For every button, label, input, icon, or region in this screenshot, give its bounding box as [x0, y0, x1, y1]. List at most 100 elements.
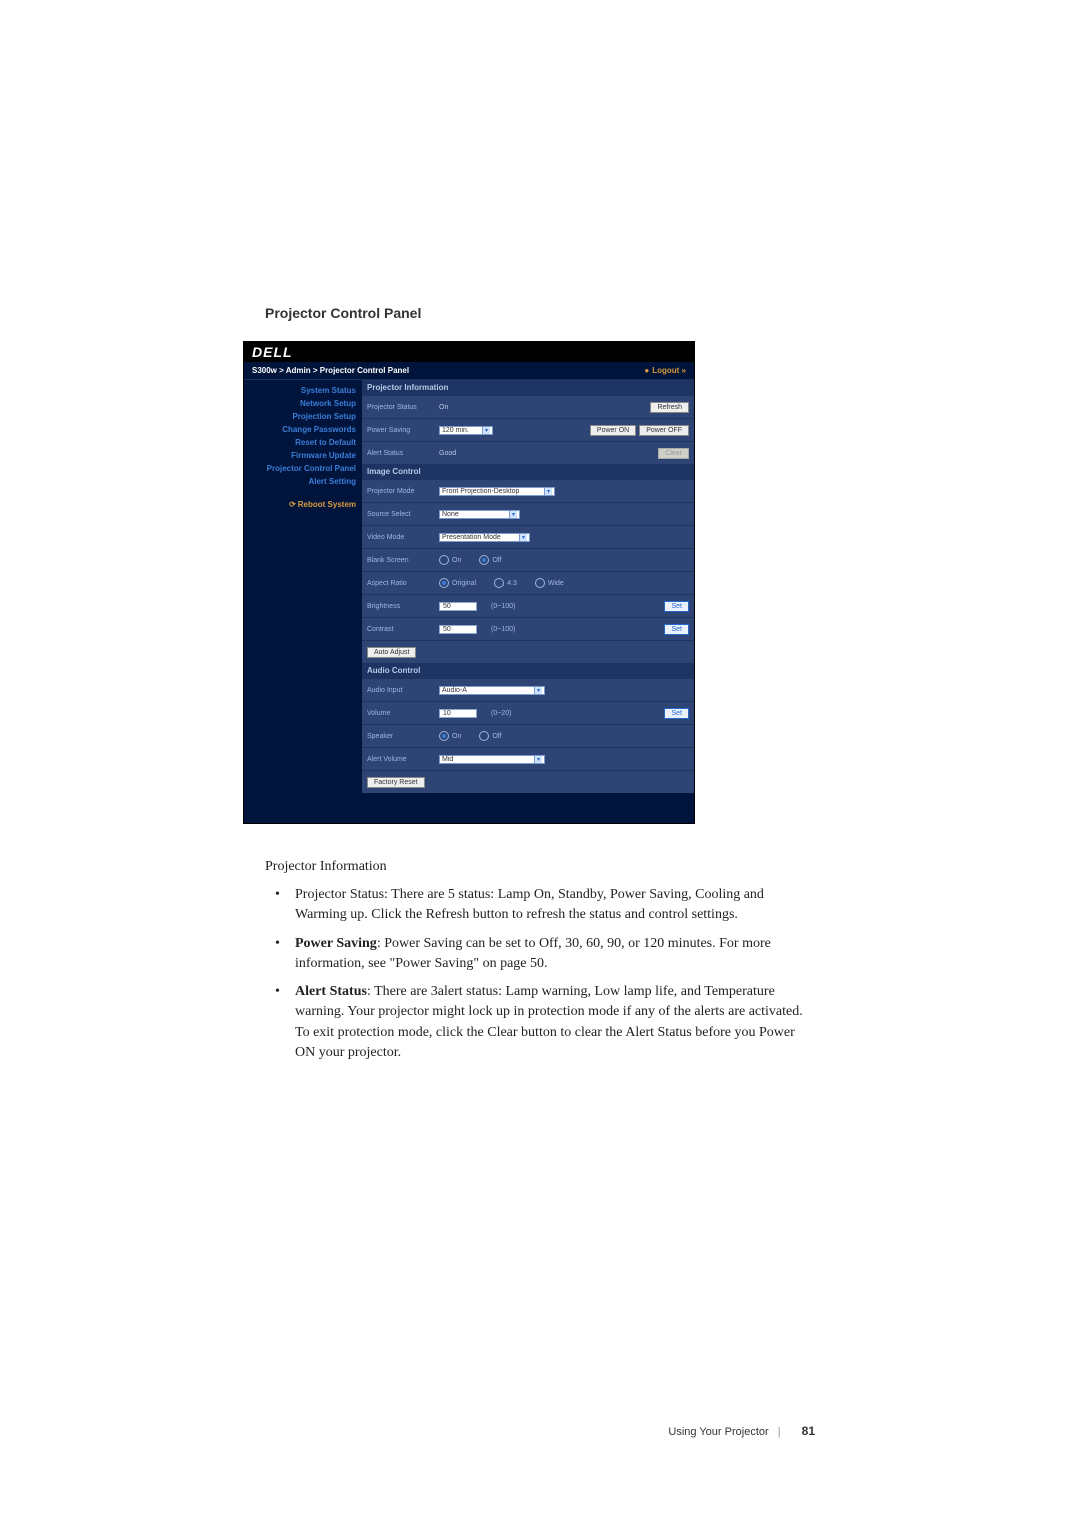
footer-divider: | — [778, 1426, 781, 1438]
row-alert-status: Alert Status Good Clear — [362, 441, 694, 464]
sidebar-item-system-status[interactable]: System Status — [244, 384, 362, 397]
speaker-off-label: Off — [492, 733, 501, 740]
label-source-select: Source Select — [367, 511, 439, 518]
bullet-1: Projector Status: There are 5 status: La… — [295, 885, 815, 926]
label-projector-status: Projector Status — [367, 404, 439, 411]
power-on-button[interactable]: Power ON — [590, 425, 636, 436]
logout-link[interactable]: Logout » — [644, 366, 686, 375]
sidebar-item-projection-setup[interactable]: Projection Setup — [244, 410, 362, 423]
label-alert-status: Alert Status — [367, 450, 439, 457]
row-audio-input: Audio Input Audio-A▾ — [362, 678, 694, 701]
sidebar-item-reset-default[interactable]: Reset to Default — [244, 436, 362, 449]
row-blank-screen: Blank Screen On Off — [362, 548, 694, 571]
row-speaker: Speaker On Off — [362, 724, 694, 747]
brightness-set-button[interactable]: Set — [664, 601, 689, 612]
projector-panel-screenshot: DELL S300w > Admin > Projector Control P… — [243, 341, 695, 824]
group-audio-control: Audio Control — [362, 663, 694, 678]
bullet-list: Projector Status: There are 5 status: La… — [265, 885, 815, 1063]
source-select[interactable]: None▾ — [439, 510, 520, 519]
page-heading: Projector Control Panel — [265, 305, 815, 321]
chevron-down-icon: ▾ — [482, 427, 490, 434]
bullet-3-bold: Alert Status — [295, 984, 367, 999]
auto-adjust-button[interactable]: Auto Adjust — [367, 647, 416, 658]
aspect-original-label: Original — [452, 580, 476, 587]
row-volume: Volume 10 (0~20) Set — [362, 701, 694, 724]
row-aspect-ratio: Aspect Ratio Original 4:3 Wide — [362, 571, 694, 594]
group-image-control: Image Control — [362, 464, 694, 479]
sidebar-item-firmware-update[interactable]: Firmware Update — [244, 449, 362, 462]
sidebar: System Status Network Setup Projection S… — [244, 380, 362, 793]
contrast-range: (0~100) — [491, 626, 515, 633]
aspect-43-label: 4:3 — [507, 580, 517, 587]
refresh-button[interactable]: Refresh — [650, 402, 689, 413]
page-number: 81 — [802, 1424, 815, 1438]
label-contrast: Contrast — [367, 626, 439, 633]
chevron-down-icon: ▾ — [544, 488, 552, 495]
aspect-43-radio[interactable] — [494, 578, 504, 588]
row-projector-status: Projector Status On Refresh — [362, 395, 694, 418]
row-alert-volume: Alert Volume Mid▾ — [362, 747, 694, 770]
label-power-saving: Power Saving — [367, 427, 439, 434]
label-speaker: Speaker — [367, 733, 439, 740]
bullet-2-bold: Power Saving — [295, 936, 377, 951]
aspect-wide-radio[interactable] — [535, 578, 545, 588]
brightness-range: (0~100) — [491, 603, 515, 610]
value-alert-status: Good — [439, 450, 456, 457]
blank-off-radio[interactable] — [479, 555, 489, 565]
panel-header-bar: DELL — [244, 342, 694, 362]
factory-reset-button[interactable]: Factory Reset — [367, 777, 425, 788]
aspect-original-radio[interactable] — [439, 578, 449, 588]
breadcrumb-row: S300w > Admin > Projector Control Panel … — [244, 362, 694, 380]
contrast-input[interactable]: 50 — [439, 625, 477, 634]
sidebar-item-projector-control[interactable]: Projector Control Panel — [244, 462, 362, 475]
brightness-input[interactable]: 50 — [439, 602, 477, 611]
contrast-set-button[interactable]: Set — [664, 624, 689, 635]
chevron-down-icon: ▾ — [509, 511, 517, 518]
main-panel: Projector Information Projector Status O… — [362, 380, 694, 793]
sidebar-item-alert-setting[interactable]: Alert Setting — [244, 475, 362, 488]
bullet-2: Power Saving: Power Saving can be set to… — [295, 934, 815, 975]
projector-mode-select[interactable]: Front Projection-Desktop▾ — [439, 487, 555, 496]
bullet-3: Alert Status: There are 3alert status: L… — [295, 982, 815, 1063]
footer-section: Using Your Projector — [668, 1426, 768, 1438]
label-projector-mode: Projector Mode — [367, 488, 439, 495]
sidebar-item-change-passwords[interactable]: Change Passwords — [244, 423, 362, 436]
power-saving-select[interactable]: 120 min.▾ — [439, 426, 493, 435]
label-video-mode: Video Mode — [367, 534, 439, 541]
label-aspect-ratio: Aspect Ratio — [367, 580, 439, 587]
row-brightness: Brightness 50 (0~100) Set — [362, 594, 694, 617]
power-off-button[interactable]: Power OFF — [639, 425, 689, 436]
value-projector-status: On — [439, 404, 448, 411]
clear-button[interactable]: Clear — [658, 448, 689, 459]
alert-volume-select[interactable]: Mid▾ — [439, 755, 545, 764]
row-projector-mode: Projector Mode Front Projection-Desktop▾ — [362, 479, 694, 502]
label-brightness: Brightness — [367, 603, 439, 610]
row-source-select: Source Select None▾ — [362, 502, 694, 525]
sub-heading: Projector Information — [265, 859, 815, 875]
row-power-saving: Power Saving 120 min.▾ Power ON Power OF… — [362, 418, 694, 441]
panel-footer — [244, 793, 694, 823]
video-mode-select[interactable]: Presentation Mode▾ — [439, 533, 530, 542]
label-audio-input: Audio Input — [367, 687, 439, 694]
blank-on-label: On — [452, 557, 461, 564]
label-blank-screen: Blank Screen — [367, 557, 439, 564]
chevron-down-icon: ▾ — [519, 534, 527, 541]
speaker-on-radio[interactable] — [439, 731, 449, 741]
sidebar-item-network-setup[interactable]: Network Setup — [244, 397, 362, 410]
breadcrumb: S300w > Admin > Projector Control Panel — [252, 366, 409, 375]
volume-input[interactable]: 10 — [439, 709, 477, 718]
volume-set-button[interactable]: Set — [664, 708, 689, 719]
audio-input-select[interactable]: Audio-A▾ — [439, 686, 545, 695]
sidebar-item-reboot[interactable]: ⟳Reboot System — [244, 498, 362, 511]
row-factory-reset: Factory Reset — [362, 770, 694, 793]
blank-on-radio[interactable] — [439, 555, 449, 565]
speaker-off-radio[interactable] — [479, 731, 489, 741]
reboot-icon: ⟳ — [289, 500, 296, 509]
speaker-on-label: On — [452, 733, 461, 740]
chevron-down-icon: ▾ — [534, 687, 542, 694]
dell-logo: DELL — [252, 344, 293, 360]
row-contrast: Contrast 50 (0~100) Set — [362, 617, 694, 640]
label-volume: Volume — [367, 710, 439, 717]
bullet-3-rest: : There are 3alert status: Lamp warning,… — [295, 984, 803, 1060]
blank-off-label: Off — [492, 557, 501, 564]
